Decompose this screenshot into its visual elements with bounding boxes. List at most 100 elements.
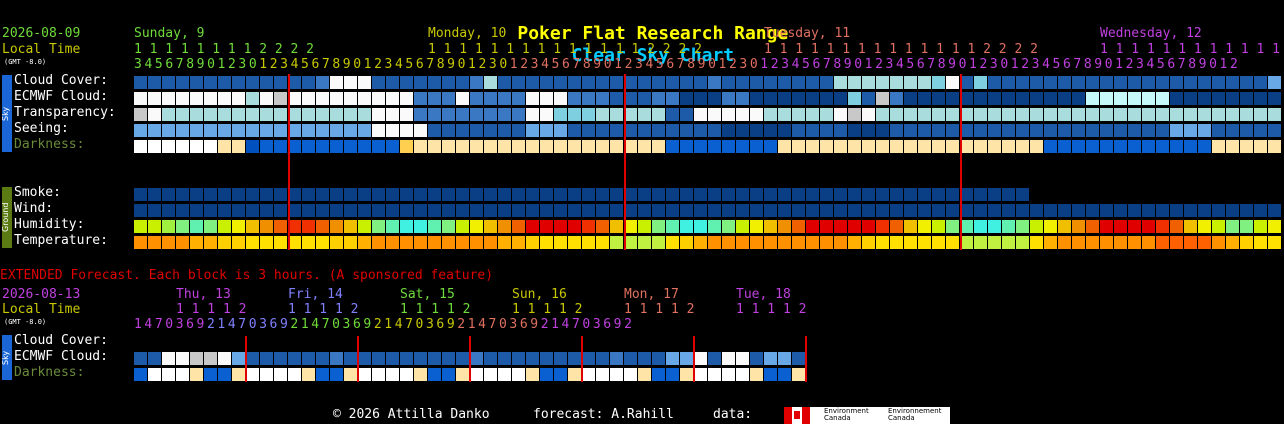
humidity-cell	[1086, 220, 1099, 233]
wind-cell	[1226, 204, 1239, 217]
cloud-cover-cell	[512, 76, 525, 89]
darkness-cell	[204, 140, 217, 153]
temperature-cell	[946, 236, 959, 249]
ext-darkness-cell	[512, 368, 525, 381]
darkness-cell	[134, 140, 147, 153]
transparency-cell	[1268, 108, 1281, 121]
ecmwf-cloud-cell	[1170, 92, 1183, 105]
wind-cell	[736, 204, 749, 217]
wind-cell	[568, 204, 581, 217]
cloud-cover-cell	[876, 76, 889, 89]
temperature-cell	[498, 236, 511, 249]
ecmwf-cloud-cell	[666, 92, 679, 105]
cloud-cover-cell	[834, 76, 847, 89]
wind-cell	[1058, 204, 1071, 217]
seeing-cell	[918, 124, 931, 137]
ecmwf-cloud-cell	[1184, 92, 1197, 105]
transparency-cell	[470, 108, 483, 121]
cloud-cover-cell	[806, 76, 819, 89]
ext-ecmwf-cell	[610, 352, 623, 365]
darkness-cell	[1100, 140, 1113, 153]
darkness-cell	[218, 140, 231, 153]
ext-darkness-cell	[554, 368, 567, 381]
transparency-cell	[428, 108, 441, 121]
ext-ecmwf-cell	[204, 352, 217, 365]
ext-darkness-cell	[568, 368, 581, 381]
seeing-cell	[932, 124, 945, 137]
ext-darkness-cell	[176, 368, 189, 381]
darkness-cell	[722, 140, 735, 153]
transparency-cell	[1100, 108, 1113, 121]
seeing-cell	[694, 124, 707, 137]
ecmwf-cloud-cell	[1030, 92, 1043, 105]
temperature-cell	[708, 236, 721, 249]
humidity-cell	[1128, 220, 1141, 233]
ext-darkness-cell	[694, 368, 707, 381]
seeing-cell	[750, 124, 763, 137]
transparency-cell	[834, 108, 847, 121]
temperature-cell	[862, 236, 875, 249]
darkness-cell	[666, 140, 679, 153]
wind-cell	[582, 204, 595, 217]
transparency-cell	[974, 108, 987, 121]
ecmwf-cloud-cell	[1002, 92, 1015, 105]
ecmwf-cloud-cell	[876, 92, 889, 105]
ext-ecmwf-cell	[344, 352, 357, 365]
wind-cell	[792, 204, 805, 217]
seeing-cell	[652, 124, 665, 137]
wind-cell	[652, 204, 665, 217]
wind-cell	[1240, 204, 1253, 217]
ext-darkness-cell	[302, 368, 315, 381]
smoke-cell	[820, 188, 833, 201]
ext-darkness-cell	[400, 368, 413, 381]
ext-darkness-cell	[778, 368, 791, 381]
seeing-cell	[1142, 124, 1155, 137]
ecmwf-cloud-cell	[946, 92, 959, 105]
darkness-cell	[848, 140, 861, 153]
ecmwf-cloud-cell	[372, 92, 385, 105]
ext-darkness-cell	[750, 368, 763, 381]
seeing-cell	[344, 124, 357, 137]
ecmwf-cloud-cell	[1212, 92, 1225, 105]
transparency-cell	[876, 108, 889, 121]
wind-cell	[190, 204, 203, 217]
smoke-cell	[470, 188, 483, 201]
smoke-cell	[610, 188, 623, 201]
ext-ecmwf-cell	[358, 352, 371, 365]
ext-darkness-cell	[596, 368, 609, 381]
transparency-cell	[1002, 108, 1015, 121]
humidity-cell	[470, 220, 483, 233]
ext-darkness-cell	[372, 368, 385, 381]
smoke-cell	[778, 188, 791, 201]
ext-ecmwf-cell	[148, 352, 161, 365]
wind-cell	[1030, 204, 1043, 217]
humidity-cell	[568, 220, 581, 233]
cloud-cover-cell	[274, 76, 287, 89]
cloud-cover-cell	[1044, 76, 1057, 89]
seeing-cell	[540, 124, 553, 137]
cloud-cover-cell	[372, 76, 385, 89]
darkness-cell	[610, 140, 623, 153]
ext-darkness-cell	[288, 368, 301, 381]
wind-cell	[988, 204, 1001, 217]
ecmwf-cloud-cell	[1072, 92, 1085, 105]
cloud-cover-cell	[204, 76, 217, 89]
seeing-cell	[946, 124, 959, 137]
darkness-cell	[526, 140, 539, 153]
ecmwf-cloud-cell	[204, 92, 217, 105]
humidity-cell	[876, 220, 889, 233]
ecmwf-cloud-cell	[316, 92, 329, 105]
transparency-cell	[1170, 108, 1183, 121]
temperature-cell	[1044, 236, 1057, 249]
temperature-cell	[1002, 236, 1015, 249]
humidity-cell	[778, 220, 791, 233]
wind-cell	[834, 204, 847, 217]
temperature-cell	[610, 236, 623, 249]
ext-ecmwf-cell	[330, 352, 343, 365]
darkness-cell	[190, 140, 203, 153]
smoke-cell	[218, 188, 231, 201]
ext-darkness-cell	[624, 368, 637, 381]
smoke-cell	[750, 188, 763, 201]
ext-day-separator	[693, 336, 695, 382]
ecmwf-cloud-cell	[736, 92, 749, 105]
